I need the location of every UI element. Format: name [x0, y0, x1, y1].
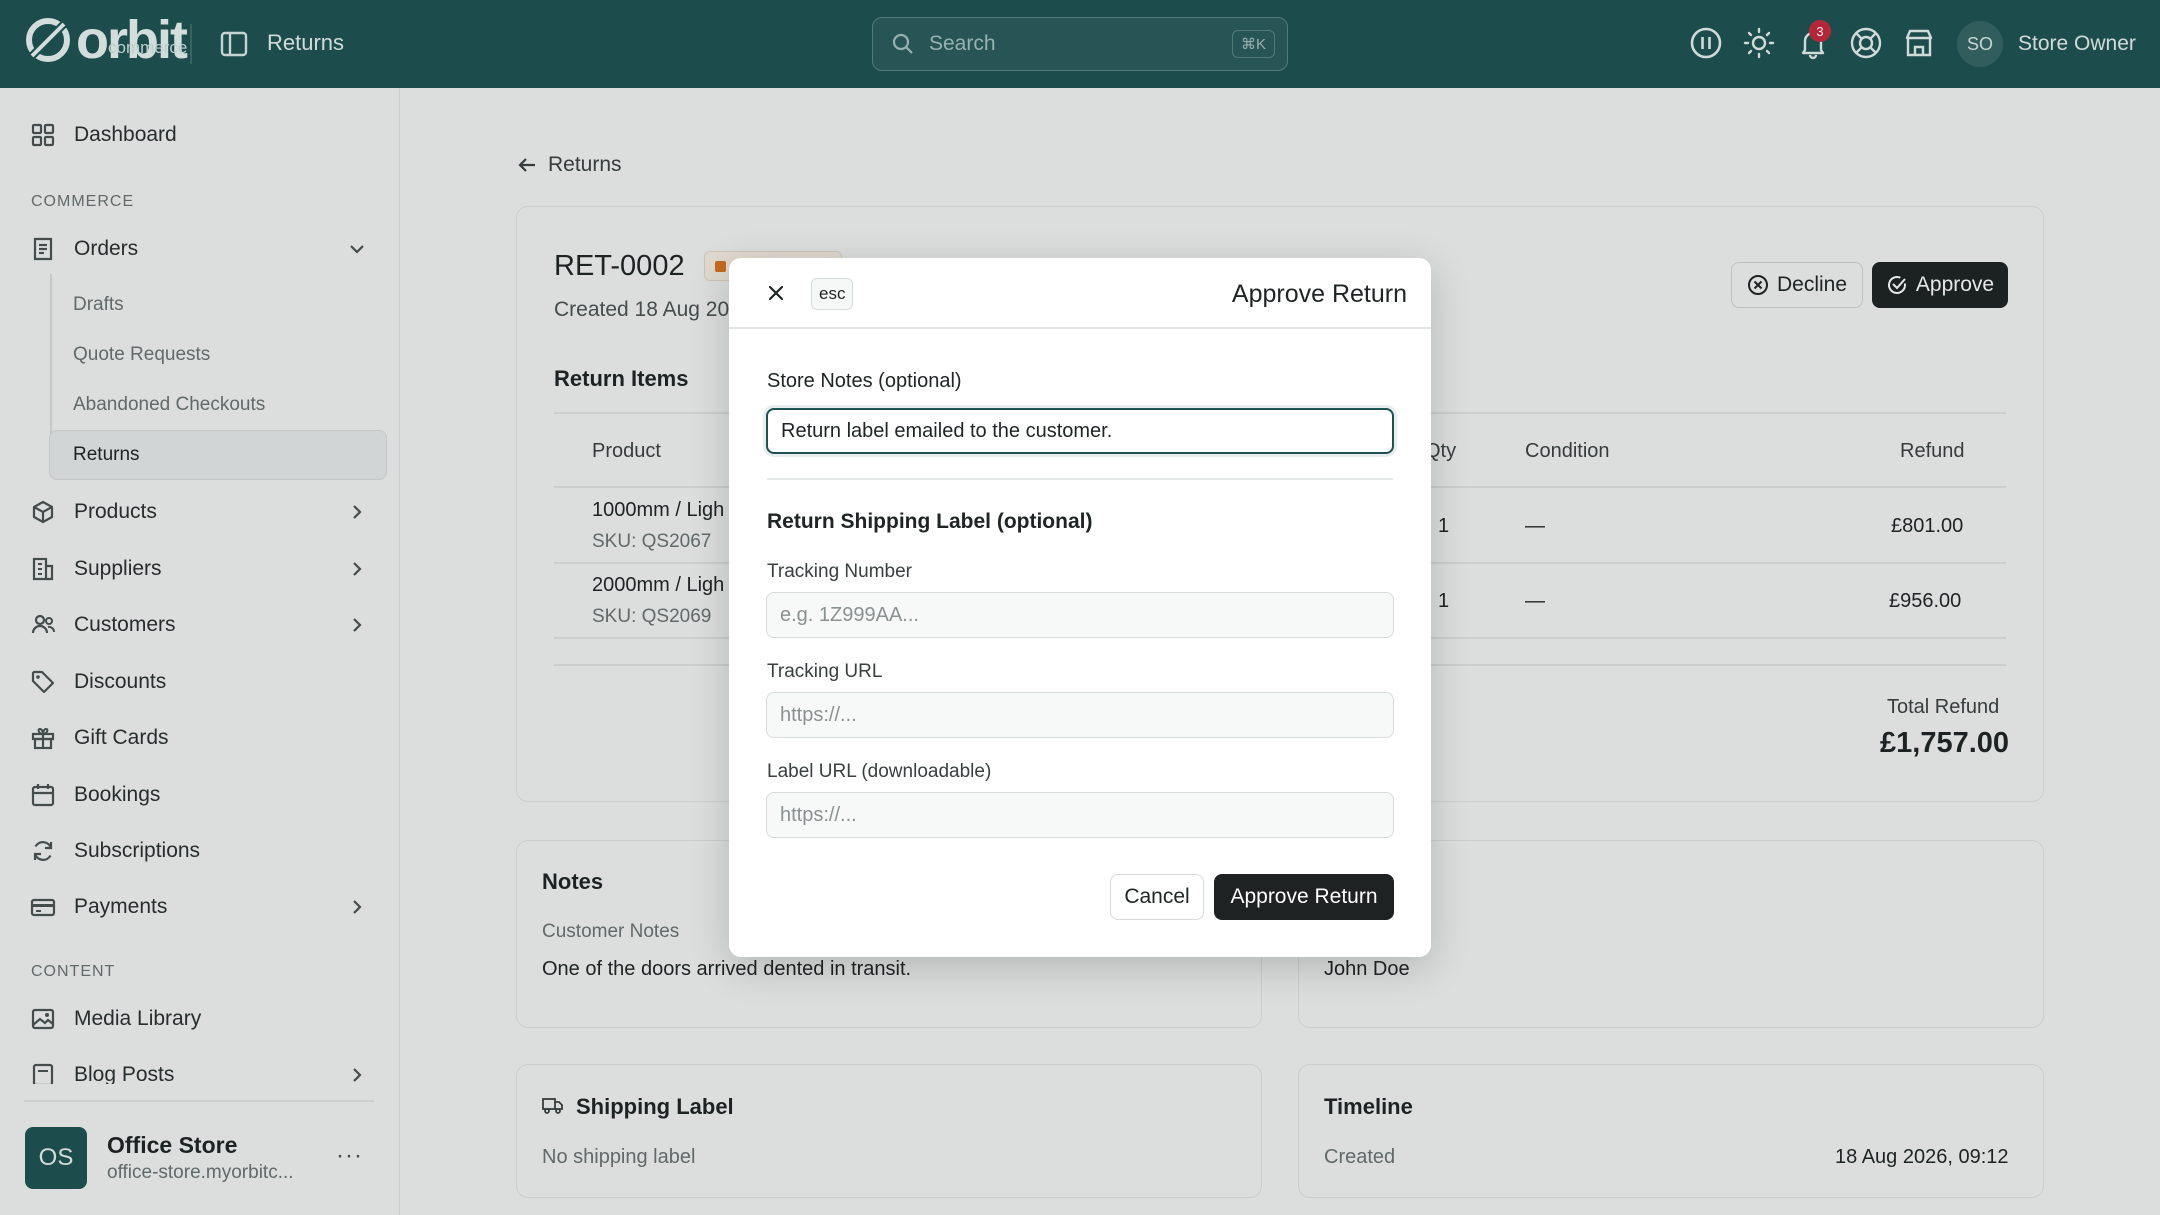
return-shipping-label-title: Return Shipping Label (optional): [767, 510, 1093, 533]
close-dialog-button[interactable]: [764, 281, 788, 305]
store-notes-input[interactable]: [766, 408, 1394, 454]
label-url-input[interactable]: [766, 792, 1394, 838]
close-icon: [768, 285, 784, 301]
tracking-url-label: Tracking URL: [767, 661, 883, 682]
tracking-number-input[interactable]: [766, 592, 1394, 638]
approve-return-button[interactable]: Approve Return: [1214, 874, 1394, 920]
tracking-number-label: Tracking Number: [767, 561, 913, 582]
dialog-section-divider: [767, 478, 1393, 480]
label-url-label: Label URL (downloadable): [767, 761, 992, 782]
approve-return-dialog: esc Approve Return Store Notes (optional…: [729, 258, 1431, 957]
dialog-header-divider: [729, 327, 1431, 329]
dialog-title: Approve Return: [1231, 280, 1407, 308]
esc-key-hint: esc: [811, 278, 854, 310]
tracking-url-input[interactable]: [766, 692, 1394, 738]
store-notes-label: Store Notes (optional): [767, 370, 962, 392]
cancel-button[interactable]: Cancel: [1110, 874, 1204, 920]
